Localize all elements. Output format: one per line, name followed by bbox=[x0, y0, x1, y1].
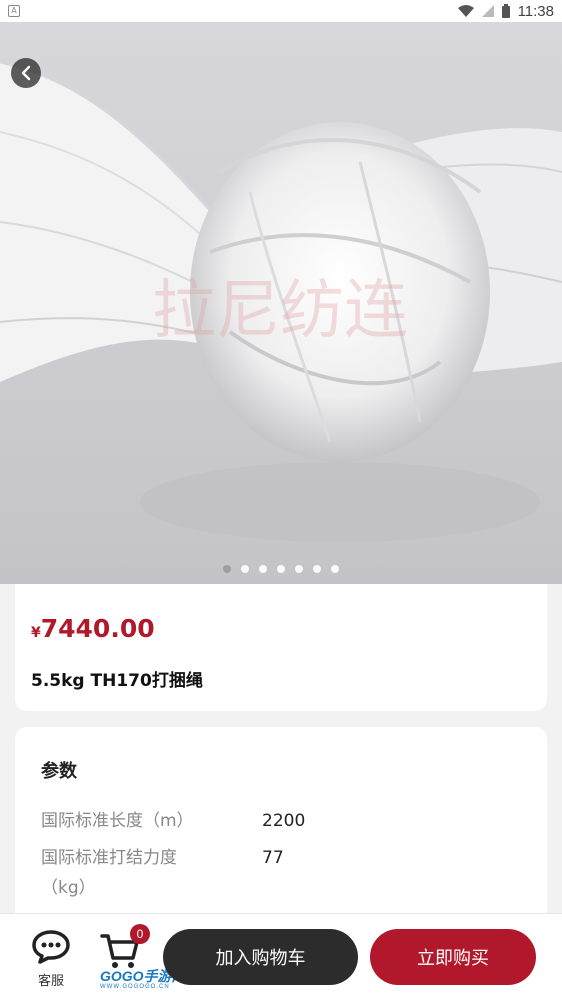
param-value: 2200 bbox=[262, 811, 306, 831]
app-notification-icon: A bbox=[8, 5, 20, 17]
status-bar: A 11:38 bbox=[0, 0, 562, 22]
pager-dot[interactable] bbox=[313, 565, 321, 573]
status-icons: 11:38 bbox=[457, 2, 554, 20]
pager-dot[interactable] bbox=[259, 565, 267, 573]
param-label: 国际标准打结力度（kg） bbox=[41, 848, 177, 898]
pager-dot[interactable] bbox=[277, 565, 285, 573]
customer-service-label: 客服 bbox=[37, 974, 64, 989]
param-label: 国际标准长度（m） bbox=[41, 811, 194, 831]
product-price: ¥7440.00 bbox=[31, 614, 155, 643]
pager-dot[interactable] bbox=[295, 565, 303, 573]
customer-service-button[interactable]: 客服 bbox=[28, 930, 74, 989]
product-image: 拉尼纺连 bbox=[0, 22, 562, 584]
chat-bubble-icon bbox=[32, 930, 70, 964]
currency-symbol: ¥ bbox=[31, 625, 41, 641]
pager-dot[interactable] bbox=[223, 565, 231, 573]
back-button[interactable] bbox=[11, 58, 41, 88]
carousel-pager bbox=[0, 565, 562, 573]
product-image-carousel[interactable]: 拉尼纺连 bbox=[0, 22, 562, 584]
param-value: 77 bbox=[262, 848, 284, 868]
params-heading: 参数 bbox=[41, 761, 77, 782]
pager-dot[interactable] bbox=[241, 565, 249, 573]
product-info-card: ¥7440.00 5.5kg TH170打捆绳 bbox=[15, 584, 547, 711]
status-time: 11:38 bbox=[517, 2, 554, 20]
bottom-action-bar: 客服 0 GOGO手游网 WWW.GOGOGO.CN 加入购物车 立即购买 bbox=[0, 913, 562, 999]
battery-icon bbox=[501, 4, 510, 18]
price-amount: 7440.00 bbox=[40, 614, 155, 643]
add-to-cart-button[interactable]: 加入购物车 bbox=[163, 929, 358, 985]
cart-count-badge: 0 bbox=[130, 924, 150, 944]
wifi-icon bbox=[457, 5, 474, 17]
buy-now-button[interactable]: 立即购买 bbox=[370, 929, 536, 985]
watermark-text: 拉尼纺连 bbox=[152, 274, 408, 348]
signal-icon bbox=[481, 5, 494, 17]
pager-dot[interactable] bbox=[331, 565, 339, 573]
chevron-left-icon bbox=[21, 65, 31, 81]
params-card: 参数 国际标准长度（m） 2200 国际标准打结力度（kg） 77 bbox=[15, 727, 547, 927]
product-title: 5.5kg TH170打捆绳 bbox=[31, 671, 203, 691]
